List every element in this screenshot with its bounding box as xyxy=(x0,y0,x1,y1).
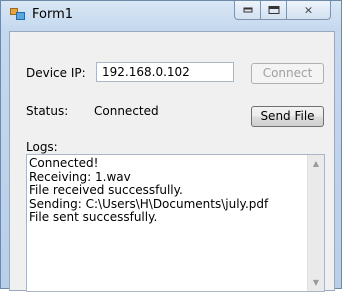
title-bar[interactable]: Form1 × xyxy=(1,1,341,29)
minimize-button[interactable] xyxy=(234,1,261,20)
log-line: Sending: C:\Users\H\Documents\july.pdf xyxy=(29,196,269,211)
status-value: Connected xyxy=(94,104,159,118)
maximize-button[interactable] xyxy=(261,1,287,20)
scroll-up-icon[interactable]: ▲ xyxy=(308,155,324,172)
app-icon[interactable] xyxy=(10,8,25,21)
logs-textbox[interactable]: Connected! Receiving: 1.wav File receive… xyxy=(26,154,325,292)
window-title: Form1 xyxy=(32,7,74,22)
maximize-icon xyxy=(268,6,279,14)
log-line: Connected! xyxy=(29,156,99,170)
window-controls: × xyxy=(234,1,331,21)
connect-button[interactable]: Connect xyxy=(251,63,324,84)
send-file-button[interactable]: Send File xyxy=(251,106,324,127)
status-label: Status: xyxy=(26,104,69,118)
log-lines: Connected! Receiving: 1.wav File receive… xyxy=(29,156,306,225)
scroll-down-icon[interactable]: ▼ xyxy=(308,274,324,291)
close-button[interactable]: × xyxy=(287,1,331,20)
logs-label: Logs: xyxy=(26,140,58,154)
device-ip-input[interactable] xyxy=(96,62,234,82)
device-ip-label: Device IP: xyxy=(26,66,86,80)
log-line: File received successfully. xyxy=(29,183,183,197)
log-line: File sent successfully. xyxy=(29,210,158,224)
app-window: Form1 × Device IP: Connect Status: Conne… xyxy=(0,0,342,292)
close-icon: × xyxy=(303,3,314,17)
minimize-icon xyxy=(243,7,252,13)
log-line: Receiving: 1.wav xyxy=(29,169,131,184)
form-client-area: Device IP: Connect Status: Connected Sen… xyxy=(9,31,335,292)
logs-scrollbar[interactable]: ▲ ▼ xyxy=(307,155,324,291)
